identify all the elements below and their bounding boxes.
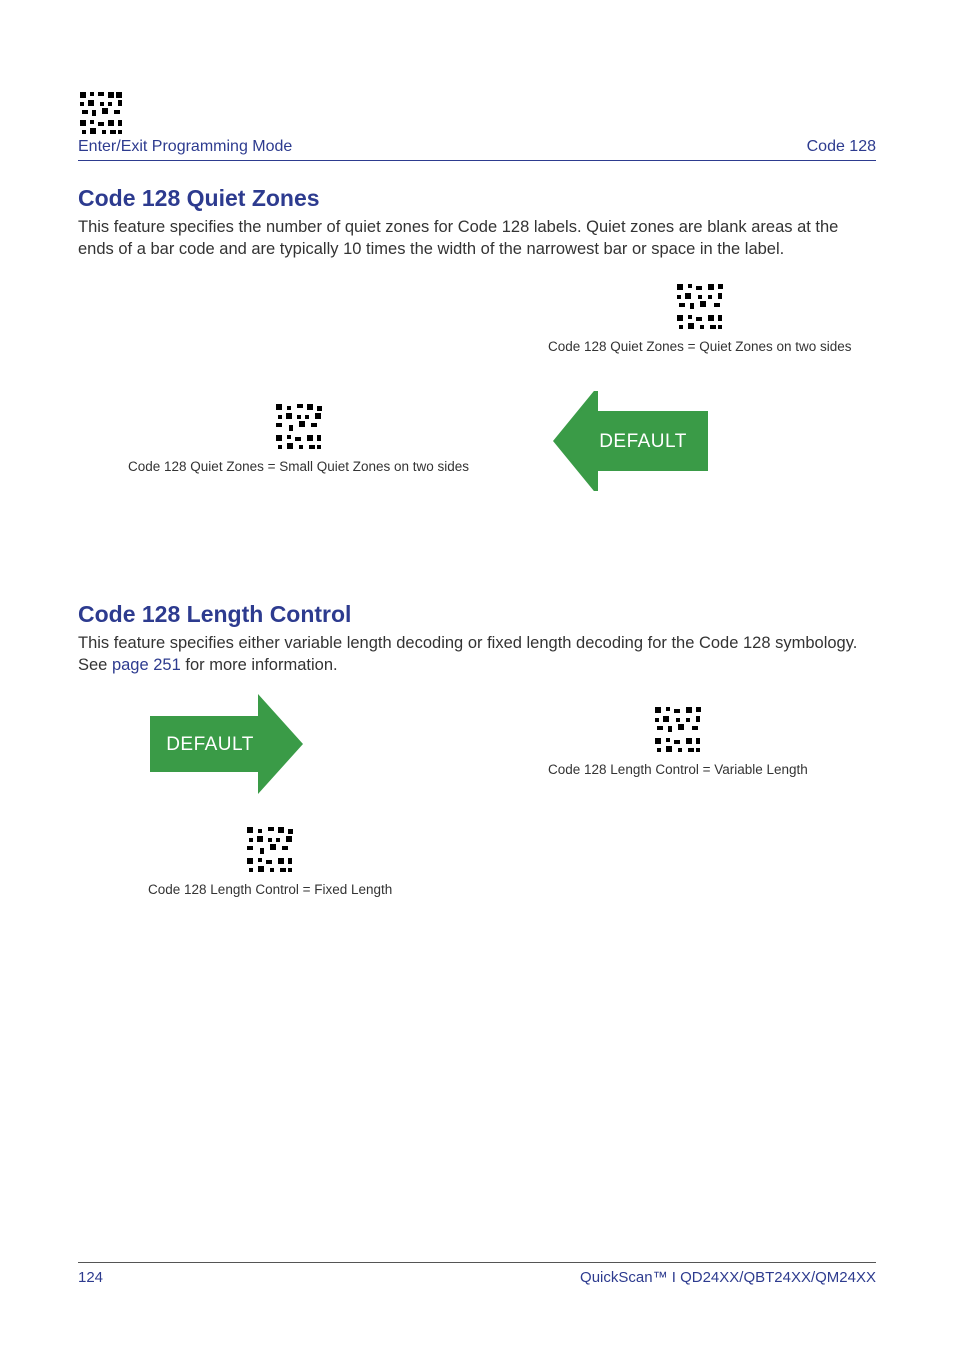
section2-title: Code 128 Length Control bbox=[78, 601, 876, 628]
page-container: Enter/Exit Programming Mode Code 128 Cod… bbox=[0, 0, 954, 1350]
option-fixed-length: Code 128 Length Control = Fixed Length bbox=[148, 824, 392, 897]
option-quiet-zones-two-sides: Code 128 Quiet Zones = Quiet Zones on tw… bbox=[548, 281, 852, 354]
section1-options: Code 128 Quiet Zones = Quiet Zones on tw… bbox=[78, 281, 876, 561]
barcode-icon bbox=[244, 824, 296, 876]
default-arrow-label: DEFAULT bbox=[166, 734, 254, 755]
header-left-label: Enter/Exit Programming Mode bbox=[78, 138, 292, 156]
default-arrow-label: DEFAULT bbox=[599, 431, 687, 452]
option-variable-length: Code 128 Length Control = Variable Lengt… bbox=[548, 704, 808, 777]
page-number: 124 bbox=[78, 1269, 103, 1286]
option-small-quiet-zones: Code 128 Quiet Zones = Small Quiet Zones… bbox=[128, 401, 469, 474]
section1-title: Code 128 Quiet Zones bbox=[78, 185, 876, 212]
section2-body-post: for more information. bbox=[181, 656, 338, 674]
section-quiet-zones: Code 128 Quiet Zones This feature specif… bbox=[78, 185, 876, 561]
header-left-group: Enter/Exit Programming Mode bbox=[78, 90, 292, 156]
enter-exit-barcode-icon bbox=[78, 90, 124, 136]
option-a-caption: Code 128 Quiet Zones = Quiet Zones on tw… bbox=[548, 339, 852, 354]
page-ref-link[interactable]: page 251 bbox=[112, 656, 181, 674]
section2-options: DEFAULT bbox=[78, 694, 876, 954]
barcode-icon bbox=[674, 281, 726, 333]
header-right-label: Code 128 bbox=[807, 138, 876, 156]
section-length-control: Code 128 Length Control This feature spe… bbox=[78, 601, 876, 955]
barcode-icon bbox=[652, 704, 704, 756]
section1-body: This feature specifies the number of qui… bbox=[78, 216, 876, 261]
page-footer: 124 QuickScan™ I QD24XX/QBT24XX/QM24XX bbox=[78, 1262, 876, 1286]
default-arrow-icon: DEFAULT bbox=[148, 694, 308, 794]
product-name: QuickScan™ I QD24XX/QBT24XX/QM24XX bbox=[580, 1269, 876, 1286]
option-b-caption: Code 128 Length Control = Fixed Length bbox=[148, 882, 392, 897]
page-header: Enter/Exit Programming Mode Code 128 bbox=[78, 90, 876, 161]
barcode-icon bbox=[273, 401, 325, 453]
option-b-caption: Code 128 Quiet Zones = Small Quiet Zones… bbox=[128, 459, 469, 474]
default-arrow-icon: DEFAULT bbox=[548, 391, 708, 491]
section2-body: This feature specifies either variable l… bbox=[78, 632, 876, 677]
option-a-caption: Code 128 Length Control = Variable Lengt… bbox=[548, 762, 808, 777]
